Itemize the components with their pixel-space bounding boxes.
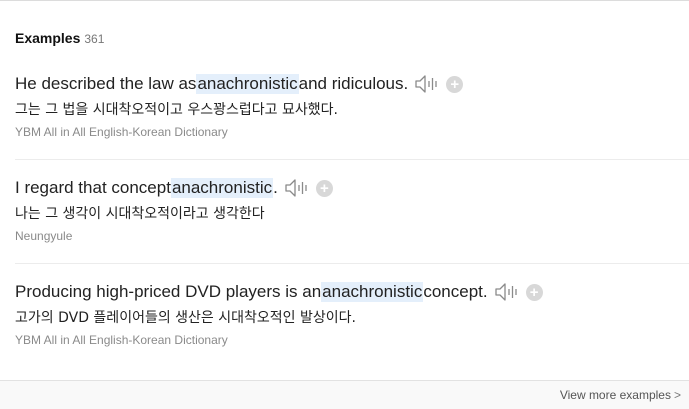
speaker-icon[interactable] xyxy=(494,281,520,303)
example-korean: 그는 그 법을 시대착오적이고 우스꽝스럽다고 묘사했다. xyxy=(15,102,338,118)
add-to-wordbook-button[interactable]: + xyxy=(446,75,464,93)
example-english-text: I regard that concept xyxy=(15,178,171,197)
example-item: Producing high-priced DVD players is an … xyxy=(15,279,689,383)
plus-icon: + xyxy=(529,283,539,301)
example-english-text: concept. xyxy=(423,282,488,301)
divider xyxy=(15,263,689,264)
example-korean: 나는 그 생각이 시대착오적이라고 생각한다 xyxy=(15,206,265,222)
example-english-text: Producing high-priced DVD players is an xyxy=(15,282,322,301)
plus-icon: + xyxy=(319,179,329,197)
highlighted-term[interactable]: anachronistic xyxy=(170,178,274,198)
example-source: Neungyule xyxy=(15,229,73,243)
examples-header: Examples 361 xyxy=(15,30,104,46)
speaker-icon[interactable] xyxy=(414,73,440,95)
examples-count: 361 xyxy=(84,32,105,46)
examples-footer: View more examples > xyxy=(0,381,689,409)
example-english-text: He described the law as xyxy=(15,74,197,93)
speaker-icon[interactable] xyxy=(284,177,310,199)
highlighted-term[interactable]: anachronistic xyxy=(321,282,424,302)
examples-panel: Examples 361 He described the law as ana… xyxy=(0,0,689,409)
add-to-wordbook-button[interactable]: + xyxy=(315,179,333,197)
view-more-examples-link[interactable]: View more examples > xyxy=(560,388,681,402)
examples-title: Examples xyxy=(15,30,81,46)
plus-icon: + xyxy=(450,75,460,93)
highlighted-term[interactable]: anachronistic xyxy=(196,74,299,94)
view-more-label: View more examples xyxy=(559,388,671,402)
example-english-text: and ridiculous. xyxy=(298,74,409,93)
example-english-text: . xyxy=(273,178,278,197)
example-korean: 고가의 DVD 플레이어들의 생산은 시대착오적인 발상이다. xyxy=(15,310,356,326)
example-english: Producing high-priced DVD players is an … xyxy=(15,279,543,305)
example-source: YBM All in All English-Korean Dictionary xyxy=(15,333,228,347)
add-to-wordbook-button[interactable]: + xyxy=(525,283,543,301)
example-source: YBM All in All English-Korean Dictionary xyxy=(15,125,228,139)
example-english: I regard that concept anachronistic. + xyxy=(15,175,333,201)
chevron-right-icon: > xyxy=(673,388,681,402)
example-english: He described the law as anachronistic an… xyxy=(15,71,464,97)
divider xyxy=(15,159,689,160)
